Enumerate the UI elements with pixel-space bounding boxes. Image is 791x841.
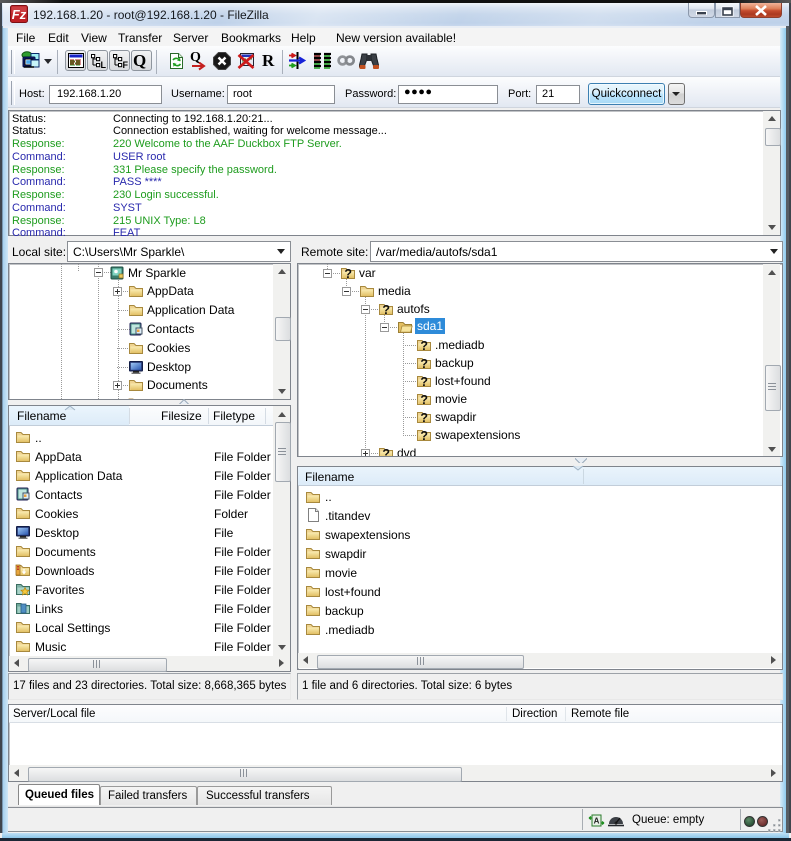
svg-text:L: L (101, 60, 107, 69)
svg-text:F: F (123, 60, 129, 69)
svg-text:Fz: Fz (12, 7, 27, 22)
svg-text:A: A (594, 817, 600, 826)
